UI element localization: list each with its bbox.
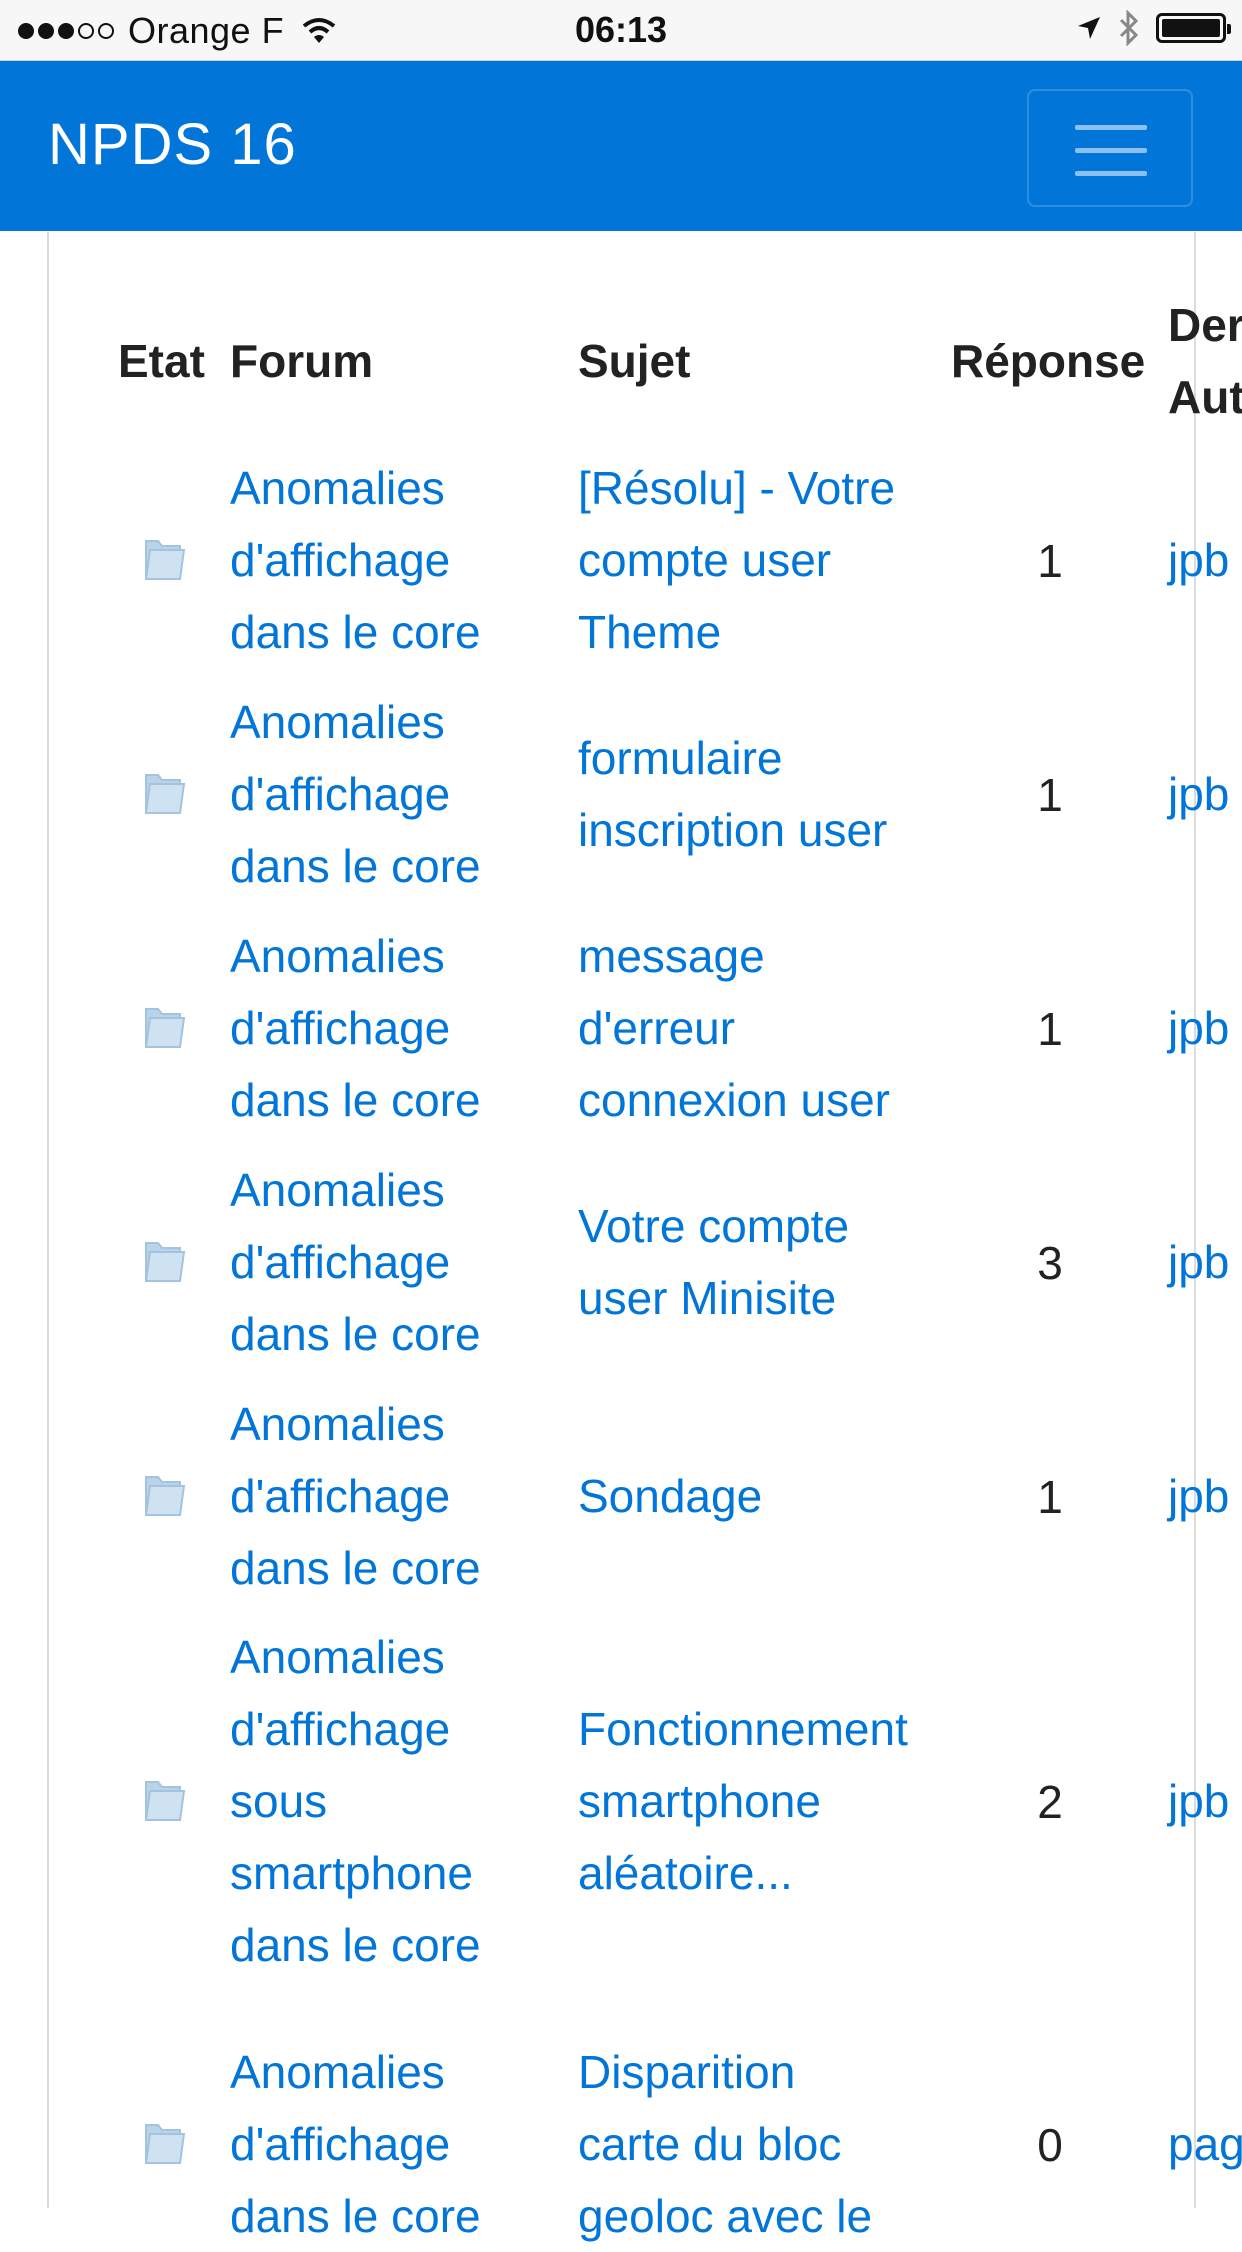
topic-link-line: connexion user	[578, 1074, 890, 1126]
last-author-link[interactable]: jpb	[1168, 992, 1229, 1064]
status-right	[1076, 10, 1231, 46]
forum-link-line: Anomalies	[230, 462, 445, 514]
header-etat: Etat	[118, 335, 205, 387]
topic-link-line: d'erreur	[578, 1002, 736, 1054]
header-forum[interactable]: Forum	[230, 325, 373, 397]
forum-link-line: Anomalies	[230, 2046, 445, 2098]
forum-link[interactable]: Anomalies d'affichage dans le core	[230, 920, 481, 1136]
reply-count: 0	[1037, 2119, 1063, 2171]
topic-link-line: user Minisite	[578, 1272, 837, 1324]
forum-link-line: dans le core	[230, 1308, 481, 1360]
top-navbar: NPDS 16	[0, 61, 1242, 231]
forum-link-line: Anomalies	[230, 1398, 445, 1450]
folder-icon	[144, 1476, 186, 1516]
topic-link-line: geoloc avec le	[578, 2190, 873, 2242]
last-author-link[interactable]: jpb	[1168, 1226, 1229, 1298]
forum-link[interactable]: Anomalies d'affichage dans le core	[230, 2036, 481, 2252]
forum-link-line: d'affichage	[230, 534, 451, 586]
forum-link[interactable]: Anomalies d'affichage dans le core	[230, 452, 481, 668]
forum-link-line: dans le core	[230, 1542, 481, 1594]
topic-link-line: smartphone	[578, 1775, 821, 1827]
last-author-link[interactable]: jpb	[1168, 1460, 1229, 1532]
topic-link-line: Votre compte	[578, 1200, 850, 1252]
topic-link[interactable]: Disparition carte du bloc geoloc avec le	[578, 2036, 872, 2252]
forum-link-line: d'affichage	[230, 1236, 451, 1288]
last-author-link[interactable]: jpb	[1168, 1765, 1229, 1837]
forum-link-line: dans le core	[230, 1919, 481, 1971]
site-brand[interactable]: NPDS 16	[48, 111, 297, 178]
header-sujet[interactable]: Sujet	[578, 325, 690, 397]
topic-link[interactable]: Sondage	[578, 1460, 762, 1532]
last-author-link[interactable]: jpb	[1168, 758, 1229, 830]
topic-link[interactable]: Fonctionnement smartphone aléatoire...	[578, 1693, 908, 1909]
forum-link-line: Anomalies	[230, 696, 445, 748]
topic-link-line: aléatoire...	[578, 1847, 793, 1899]
forum-link-line: d'affichage	[230, 1703, 451, 1755]
topic-link-line: inscription user	[578, 804, 888, 856]
location-arrow-icon	[1078, 17, 1100, 39]
status-time: 06:13	[574, 9, 668, 50]
topic-link-line: formulaire	[578, 732, 783, 784]
folder-icon	[144, 2124, 186, 2164]
forum-link-line: Anomalies	[230, 1164, 445, 1216]
folder-icon	[144, 1242, 186, 1282]
topic-link-line: Disparition	[578, 2046, 796, 2098]
forum-link-line: dans le core	[230, 2190, 481, 2242]
header-dernier[interactable]: Der	[1168, 289, 1242, 361]
forum-link-line: d'affichage	[230, 1002, 451, 1054]
folder-icon	[144, 1781, 186, 1821]
forum-link-line: smartphone	[230, 1847, 473, 1899]
topic-link-line: message	[578, 930, 765, 982]
reply-count: 1	[1037, 1003, 1063, 1055]
header-auteur[interactable]: Aut	[1168, 361, 1242, 433]
folder-icon	[144, 774, 186, 814]
topic-link-line: Sondage	[578, 1470, 763, 1522]
forum-link-line: Anomalies	[230, 1631, 445, 1683]
forum-link[interactable]: Anomalies d'affichage sous smartphone dans l…	[230, 1621, 481, 1981]
forum-link-line: dans le core	[230, 606, 481, 658]
forum-link[interactable]: Anomalies d'affichage dans le core	[230, 1154, 481, 1370]
forum-link-line: d'affichage	[230, 768, 451, 820]
reply-count: 1	[1037, 535, 1063, 587]
forum-link-line: dans le core	[230, 1074, 481, 1126]
topic-link[interactable]: message d'erreur connexion user	[578, 920, 890, 1136]
topic-link[interactable]: formulaire inscription user	[578, 722, 887, 866]
topic-link-line: compte user	[578, 534, 832, 586]
folder-icon	[144, 1008, 186, 1048]
battery-icon	[1156, 13, 1231, 43]
hamburger-menu-icon[interactable]	[1027, 89, 1193, 207]
topic-link[interactable]: [Résolu] - Votre compte user Theme	[578, 452, 895, 668]
forum-link-line: Anomalies	[230, 930, 445, 982]
forum-link-line: sous	[230, 1775, 328, 1827]
panel-border-left	[47, 232, 49, 2208]
folder-icon	[144, 540, 186, 580]
status-bar: Orange F 06:13	[0, 0, 1242, 61]
topic-link-line: carte du bloc	[578, 2118, 842, 2170]
topic-link-line: [Résolu] - Votre	[578, 462, 896, 514]
last-author-link[interactable]: jpb	[1168, 524, 1229, 596]
topic-link[interactable]: Votre compte user Minisite	[578, 1190, 849, 1334]
header-reponse[interactable]: Réponse	[951, 325, 1145, 397]
topic-link-line: Theme	[578, 606, 722, 658]
reply-count: 1	[1037, 1471, 1063, 1523]
bluetooth-icon	[1119, 10, 1139, 46]
forum-link-line: dans le core	[230, 840, 481, 892]
reply-count: 3	[1037, 1237, 1063, 1289]
reply-count: 1	[1037, 769, 1063, 821]
forum-link-line: d'affichage	[230, 1470, 451, 1522]
forum-link[interactable]: Anomalies d'affichage dans le core	[230, 1388, 481, 1604]
forum-link-line: d'affichage	[230, 2118, 451, 2170]
reply-count: 2	[1037, 1776, 1063, 1828]
forum-link[interactable]: Anomalies d'affichage dans le core	[230, 686, 481, 902]
last-author-link[interactable]: pag	[1168, 2108, 1242, 2180]
topic-link-line: Fonctionnement	[578, 1703, 908, 1755]
